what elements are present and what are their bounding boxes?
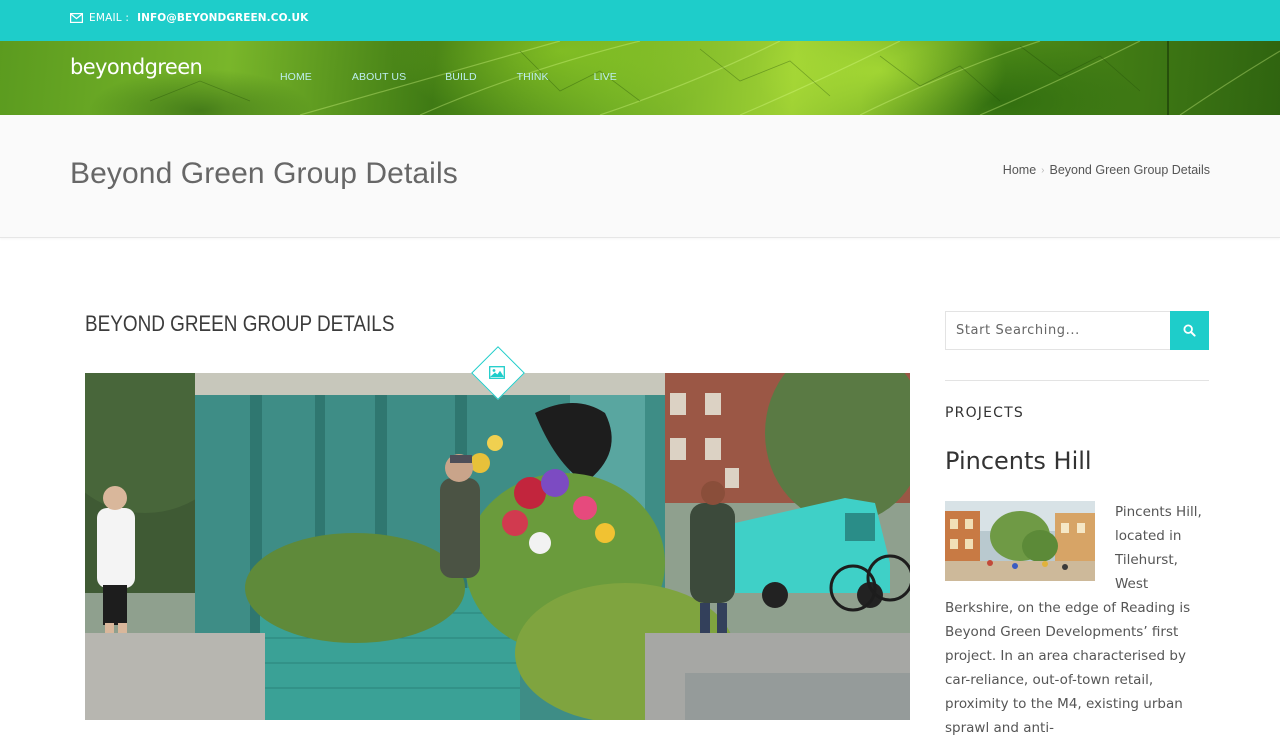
nav-think[interactable]: THINK <box>517 71 549 83</box>
image-icon <box>489 366 505 379</box>
post-title: BEYOND GREEN GROUP DETAILS <box>85 311 395 336</box>
search-icon <box>1183 324 1196 337</box>
email-label: EMAIL : <box>89 12 130 24</box>
main-nav: HOME ABOUT US BUILD THINK LIVE <box>280 71 657 83</box>
search-button[interactable] <box>1170 311 1209 350</box>
nav-build[interactable]: BUILD <box>445 71 476 83</box>
widget-title-projects: PROJECTS <box>945 405 1024 421</box>
project-title-link[interactable]: Pincents Hill <box>945 447 1092 475</box>
post-featured-image[interactable] <box>85 373 910 720</box>
breadcrumb-home-link[interactable]: Home <box>1003 163 1036 177</box>
site-header: beyondgreen HOME ABOUT US BUILD THINK LI… <box>0 41 1280 115</box>
project-thumbnail[interactable] <box>945 501 1095 581</box>
breadcrumb-separator: › <box>1041 164 1045 176</box>
nav-live[interactable]: LIVE <box>594 71 617 83</box>
sidebar-divider <box>945 380 1209 381</box>
header-image-seam <box>1167 41 1169 115</box>
top-contact-bar: EMAIL : INFO@BEYONDGREEN.CO.UK <box>0 0 1280 41</box>
nav-home[interactable]: HOME <box>280 71 312 83</box>
site-logo[interactable]: beyondgreen <box>70 55 203 79</box>
page-title: Beyond Green Group Details <box>70 157 458 190</box>
contact-info: EMAIL : INFO@BEYONDGREEN.CO.UK <box>70 12 308 24</box>
email-link[interactable]: INFO@BEYONDGREEN.CO.UK <box>137 12 308 24</box>
search-input[interactable] <box>945 311 1171 350</box>
breadcrumb: Home › Beyond Green Group Details <box>1003 163 1210 177</box>
sidebar-search <box>945 311 1209 350</box>
envelope-icon <box>70 13 83 23</box>
page-title-bar: Beyond Green Group Details Home › Beyond… <box>0 115 1280 238</box>
nav-about-us[interactable]: ABOUT US <box>352 71 406 83</box>
breadcrumb-current: Beyond Green Group Details <box>1049 163 1210 177</box>
